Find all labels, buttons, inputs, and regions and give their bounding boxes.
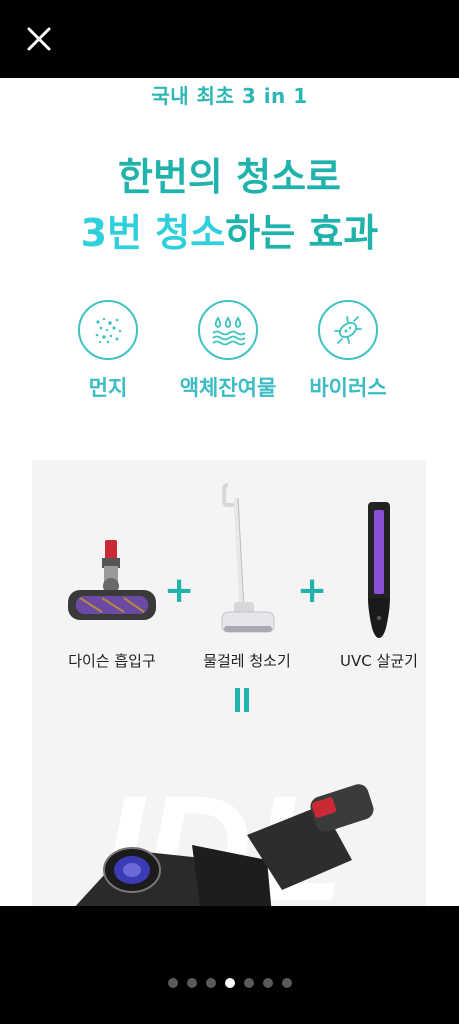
carousel-dot[interactable] xyxy=(224,978,235,988)
feature-virus: 바이러스 xyxy=(288,300,408,402)
dust-icon xyxy=(78,300,138,360)
feature-label: 바이러스 xyxy=(309,376,387,400)
carousel-dot[interactable] xyxy=(205,978,216,988)
feature-label: 먼지 xyxy=(88,376,128,400)
wet-mop-icon xyxy=(212,480,282,645)
top-bar xyxy=(0,0,459,78)
plus-sign: + xyxy=(297,570,328,611)
close-icon[interactable] xyxy=(22,22,56,56)
bottom-bar xyxy=(0,906,459,1024)
carousel-dot[interactable] xyxy=(262,978,273,988)
carousel-dot[interactable] xyxy=(281,978,292,988)
feature-liquid: 액체잔여물 xyxy=(168,300,288,402)
carousel-dot[interactable] xyxy=(167,978,178,988)
feature-label: 액체잔여물 xyxy=(179,376,277,400)
headline-line-1: 한번의 청소로 xyxy=(118,155,341,199)
product-label: 물걸레 청소기 xyxy=(203,652,291,670)
feature-dust: 먼지 xyxy=(48,300,168,402)
equals-sign xyxy=(233,686,251,716)
headline-highlight: 3번 청소 xyxy=(80,211,226,255)
carousel-indicator xyxy=(0,978,459,988)
virus-icon xyxy=(318,300,378,360)
liquid-icon xyxy=(198,300,258,360)
carousel-dot[interactable] xyxy=(243,978,254,988)
headline-line-2: 3번 청소하는 효과 xyxy=(0,202,459,257)
product-detail-image: 국내 최초 3 in 1 한번의 청소로 3번 청소하는 효과 먼지 액체잔여물… xyxy=(0,78,459,906)
product-label: UVC 살균기 xyxy=(340,652,418,670)
headline-rest: 하는 효과 xyxy=(225,211,379,255)
product-label: 다이슨 흡입구 xyxy=(68,652,156,670)
product-combination-panel: 다이슨 흡입구 + 물걸레 청소기 + UVC 살균기 IDL xyxy=(32,460,426,906)
uvc-sterilizer-icon xyxy=(364,498,394,643)
product-photo: IDL xyxy=(32,750,426,906)
vacuum-head-icon xyxy=(62,536,162,636)
carousel-dot[interactable] xyxy=(186,978,197,988)
plus-sign: + xyxy=(164,570,195,611)
subtitle: 국내 최초 3 in 1 xyxy=(151,84,308,108)
